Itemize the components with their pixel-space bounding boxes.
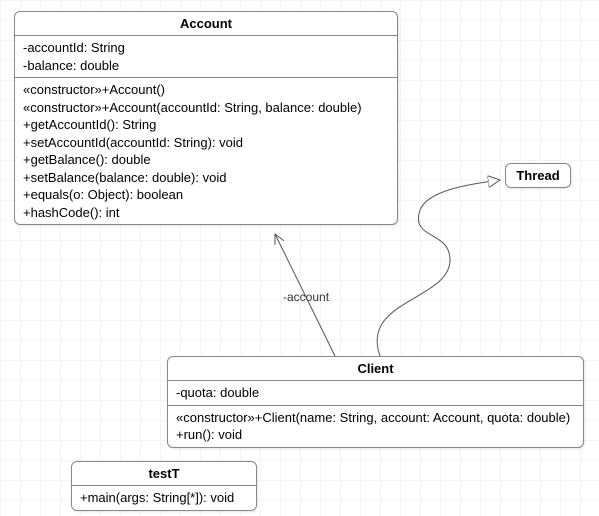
attr: -quota: double <box>176 384 575 402</box>
class-account[interactable]: Account -accountId: String -balance: dou… <box>14 11 398 225</box>
op: +equals(o: Object): boolean <box>23 186 389 204</box>
class-thread-title: Thread <box>506 164 570 187</box>
op: +getBalance(): double <box>23 151 389 169</box>
op: +hashCode(): int <box>23 204 389 222</box>
class-account-attrs: -accountId: String -balance: double <box>15 36 397 78</box>
class-testt-title: testT <box>72 462 256 486</box>
class-client-attrs: -quota: double <box>168 381 583 406</box>
assoc-label-account: -account <box>283 290 329 304</box>
op: «constructor»+Account(accountId: String,… <box>23 99 389 117</box>
attr: -balance: double <box>23 57 389 75</box>
attr: -accountId: String <box>23 39 389 57</box>
class-testt-ops: +main(args: String[*]): void <box>72 486 256 510</box>
class-client-title: Client <box>168 357 583 381</box>
class-client-ops: «constructor»+Client(name: String, accou… <box>168 406 583 447</box>
class-account-title: Account <box>15 12 397 36</box>
class-account-ops: «constructor»+Account() «constructor»+Ac… <box>15 78 397 224</box>
op: +setAccountId(accountId: String): void <box>23 134 389 152</box>
op: +setBalance(balance: double): void <box>23 169 389 187</box>
op: «constructor»+Client(name: String, accou… <box>176 409 575 427</box>
op: +run(): void <box>176 426 575 444</box>
op: «constructor»+Account() <box>23 81 389 99</box>
op: +main(args: String[*]): void <box>80 489 248 507</box>
class-client[interactable]: Client -quota: double «constructor»+Clie… <box>167 356 584 448</box>
op: +getAccountId(): String <box>23 116 389 134</box>
class-testt[interactable]: testT +main(args: String[*]): void <box>71 461 257 511</box>
class-thread[interactable]: Thread <box>505 163 571 188</box>
